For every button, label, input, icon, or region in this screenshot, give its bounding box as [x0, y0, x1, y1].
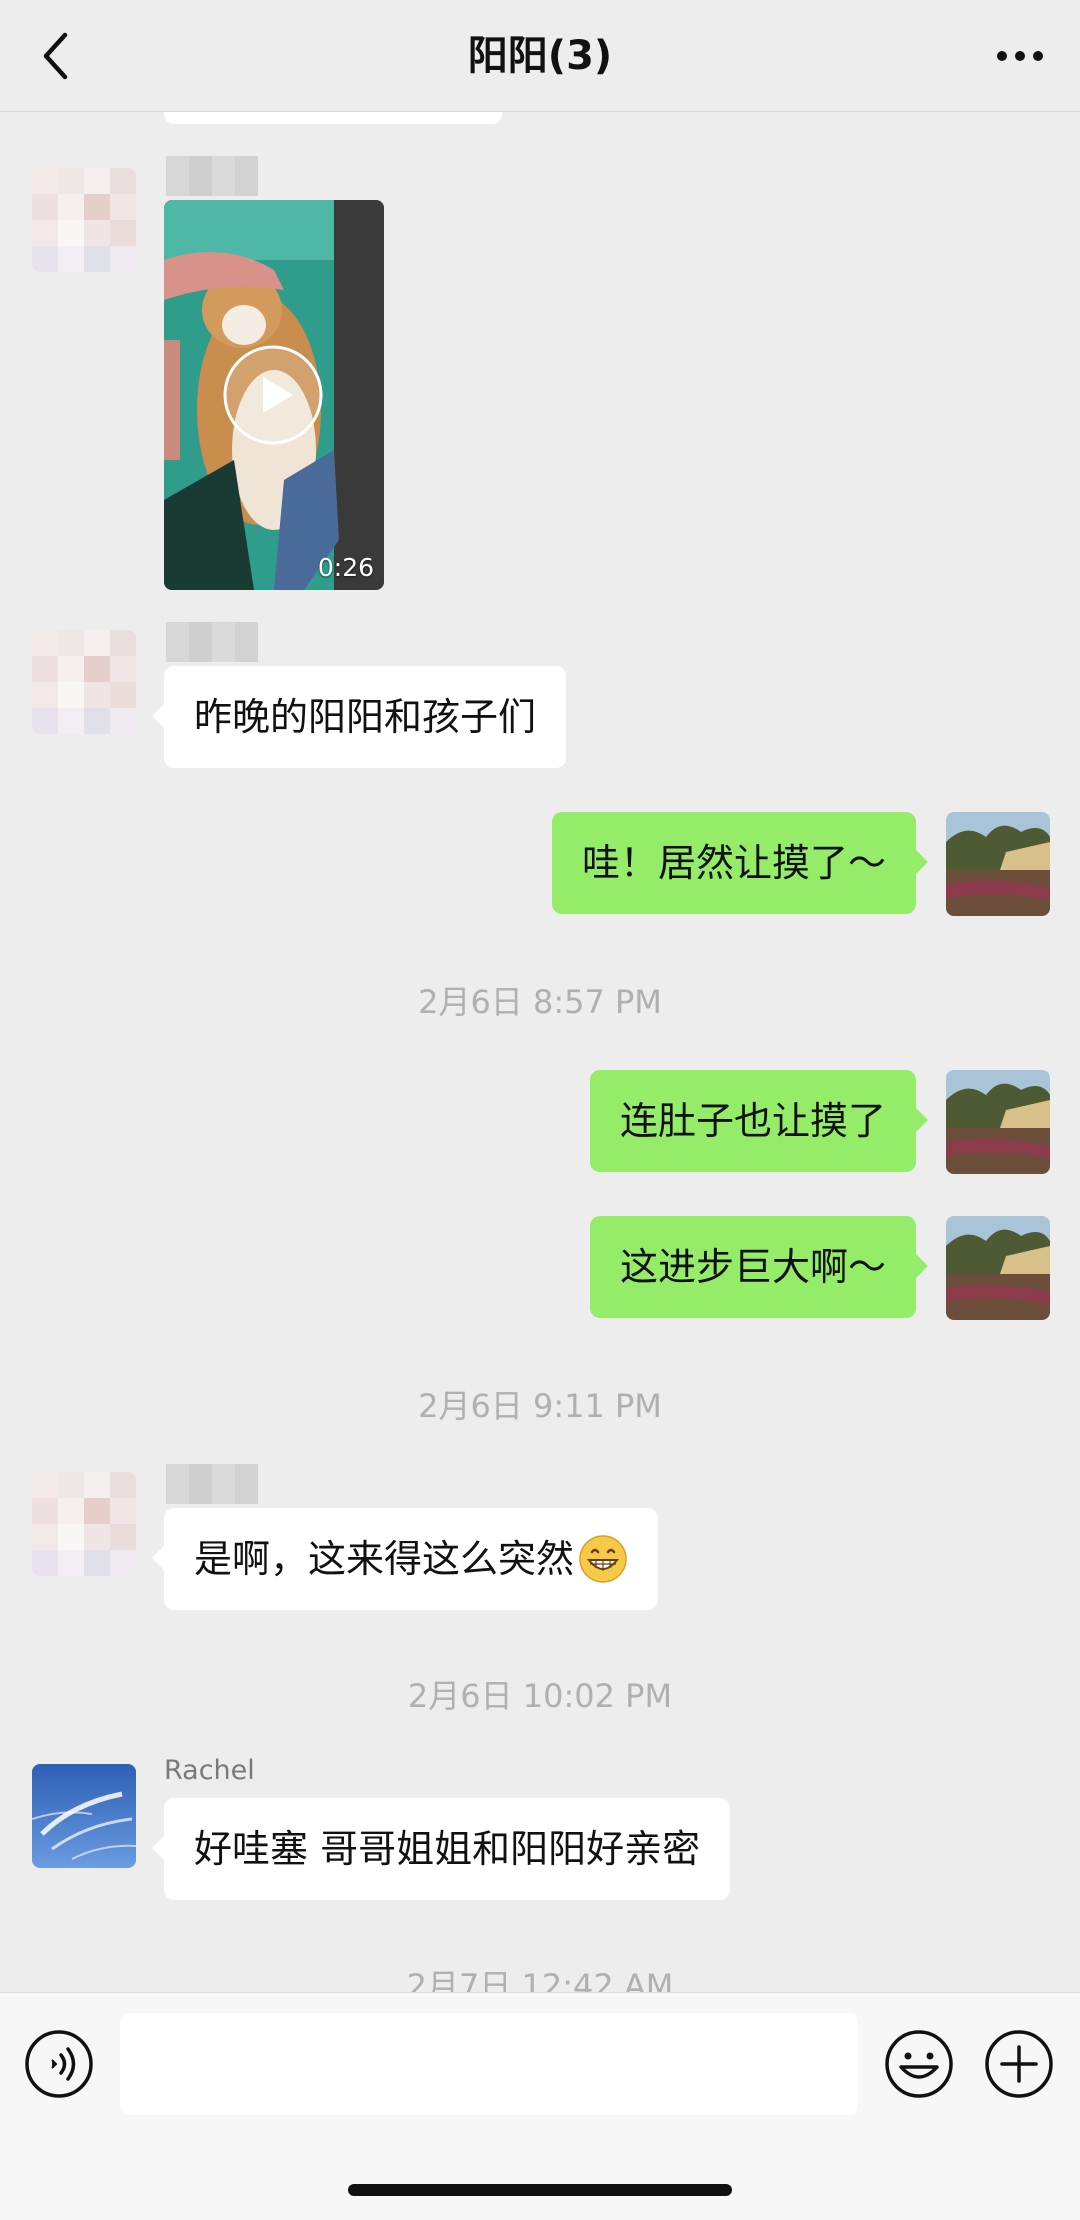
- message-text: 是啊，这来得这么突然: [194, 1537, 575, 1581]
- message-bubble-outgoing[interactable]: 连肚子也让摸了: [589, 1070, 929, 1172]
- my-avatar[interactable]: [946, 1216, 1050, 1320]
- sender-name-blurred: [166, 1464, 258, 1504]
- chat-title: 阳阳(3): [467, 33, 613, 79]
- previous-message-bubble[interactable]: [164, 112, 502, 124]
- my-avatar[interactable]: [946, 812, 1050, 916]
- timestamp: 2月7日 12:42 AM: [406, 1967, 674, 1992]
- timestamp: 2月6日 8:57 PM: [418, 983, 662, 1021]
- sender-name: Rachel: [164, 1755, 255, 1786]
- sender-name-blurred: [166, 622, 258, 662]
- chat-header: 阳阳(3): [0, 0, 1080, 112]
- sender-name-blurred: [166, 156, 258, 196]
- message-bubble-outgoing[interactable]: 这进步巨大啊～: [589, 1216, 929, 1318]
- sender-avatar[interactable]: [32, 168, 136, 272]
- message-input[interactable]: [120, 2013, 858, 2115]
- timestamp: 2月6日 10:02 PM: [407, 1677, 673, 1715]
- more-dots-icon: [997, 51, 1043, 61]
- sender-avatar[interactable]: [32, 630, 136, 734]
- sender-avatar[interactable]: [32, 1764, 136, 1868]
- play-icon[interactable]: [222, 344, 324, 446]
- sender-avatar[interactable]: [32, 1472, 136, 1576]
- video-duration: 0:26: [317, 553, 374, 582]
- emoji-icon[interactable]: [884, 2029, 954, 2099]
- home-indicator[interactable]: [348, 2184, 732, 2196]
- timestamp: 2月6日 9:11 PM: [418, 1387, 662, 1425]
- message-bubble-incoming[interactable]: 昨晚的阳阳和孩子们: [151, 666, 567, 768]
- more-button[interactable]: [988, 28, 1052, 84]
- message-list[interactable]: 0:26 昨晚的阳阳和孩子们 哇！居然让摸了～ 2月6日 8:57 PM 连肚子…: [0, 112, 1080, 1992]
- voice-icon[interactable]: [24, 2029, 94, 2099]
- message-bubble-incoming[interactable]: 是啊，这来得这么突然: [151, 1508, 659, 1610]
- message-bubble-incoming[interactable]: 好哇塞 哥哥姐姐和阳阳好亲密: [151, 1798, 731, 1900]
- grinning-face-emoji-icon: [579, 1535, 627, 1583]
- plus-icon[interactable]: [984, 2029, 1054, 2099]
- my-avatar[interactable]: [946, 1070, 1050, 1174]
- message-bubble-outgoing[interactable]: 哇！居然让摸了～: [551, 812, 929, 914]
- video-message[interactable]: 0:26: [164, 200, 384, 590]
